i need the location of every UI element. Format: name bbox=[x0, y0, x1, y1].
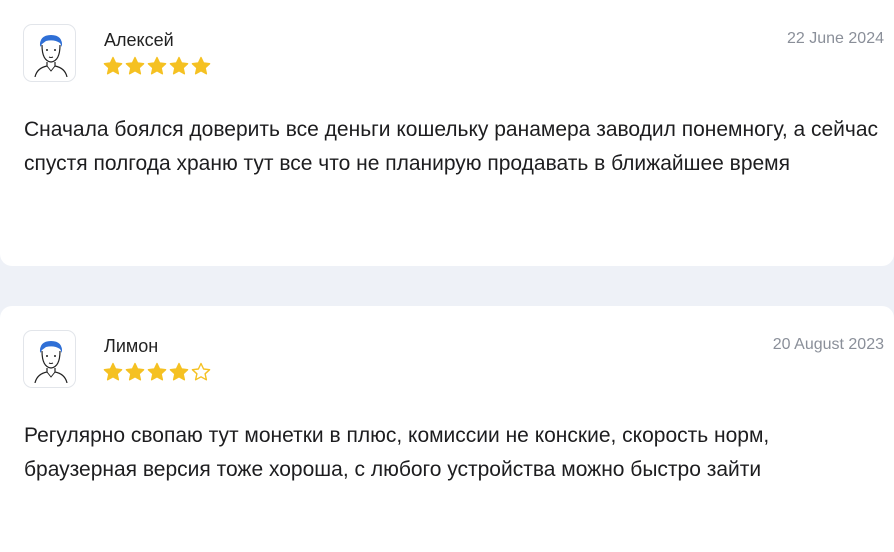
review-card: Лимон 20 August 2023 Регулярно свопаю ту… bbox=[0, 306, 894, 552]
star-filled-icon bbox=[147, 362, 167, 381]
review-text: Регулярно свопаю тут монетки в плюс, ком… bbox=[24, 424, 770, 481]
review-text: Сначала боялся доверить все деньги кошел… bbox=[24, 118, 879, 175]
star-filled-icon bbox=[169, 56, 189, 75]
review-card: Алексей 22 June 2024 Сначала боялся дове… bbox=[0, 0, 894, 266]
user-avatar-icon bbox=[23, 24, 76, 82]
review-date: 22 June 2024 bbox=[787, 30, 884, 47]
star-filled-icon bbox=[103, 56, 123, 75]
user-avatar-icon bbox=[23, 330, 76, 388]
star-filled-icon bbox=[125, 56, 145, 75]
review-author: Лимон bbox=[104, 336, 159, 356]
review-date: 20 August 2023 bbox=[772, 336, 884, 353]
star-outline-icon bbox=[191, 362, 211, 381]
review-author: Алексей bbox=[104, 30, 174, 50]
rating-stars bbox=[103, 362, 211, 382]
star-filled-icon bbox=[125, 362, 145, 381]
star-filled-icon bbox=[147, 56, 167, 75]
rating-stars bbox=[103, 56, 211, 76]
star-filled-icon bbox=[103, 362, 123, 381]
star-filled-icon bbox=[191, 56, 211, 75]
star-filled-icon bbox=[169, 362, 189, 381]
